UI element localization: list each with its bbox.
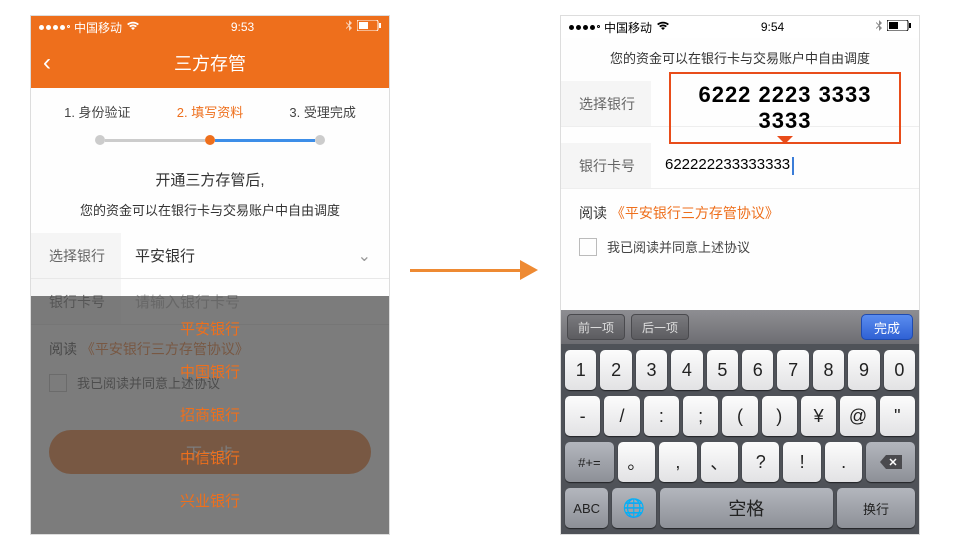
step-1: 1. 身份验证 bbox=[64, 102, 130, 121]
bluetooth-icon bbox=[345, 20, 353, 35]
key-0[interactable]: 0 bbox=[884, 350, 915, 390]
dropdown-option[interactable]: 中国银行 bbox=[180, 361, 240, 382]
dropdown-option[interactable]: 平安银行 bbox=[180, 318, 240, 339]
key-1[interactable]: 1 bbox=[565, 350, 596, 390]
card-input[interactable]: 622222233333333 bbox=[651, 156, 919, 174]
agree-checkbox[interactable] bbox=[579, 238, 597, 256]
key-9[interactable]: 9 bbox=[848, 350, 879, 390]
bank-label: 选择银行 bbox=[31, 233, 121, 278]
read-prefix: 阅读 bbox=[579, 205, 607, 221]
card-number-tooltip: 6222 2223 3333 3333 bbox=[669, 72, 901, 144]
key-7[interactable]: 7 bbox=[777, 350, 808, 390]
bank-label: 选择银行 bbox=[561, 81, 651, 126]
wifi-icon bbox=[126, 20, 140, 34]
key-enum[interactable]: 、 bbox=[701, 442, 738, 482]
dropdown-option[interactable]: 兴业银行 bbox=[180, 490, 240, 511]
step-2: 2. 填写资料 bbox=[177, 102, 243, 121]
step-3: 3. 受理完成 bbox=[289, 102, 355, 121]
key-symbols[interactable]: #+= bbox=[565, 442, 614, 482]
key-exclaim[interactable]: ! bbox=[783, 442, 820, 482]
kb-prev-button[interactable]: 前一项 bbox=[567, 314, 625, 340]
key-8[interactable]: 8 bbox=[813, 350, 844, 390]
signal-dots-icon bbox=[39, 25, 70, 30]
key-rparen[interactable]: ) bbox=[762, 396, 797, 436]
key-5[interactable]: 5 bbox=[707, 350, 738, 390]
info-text-2: 您的资金可以在银行卡与交易账户中自由调度 bbox=[31, 196, 389, 233]
clock-label: 9:54 bbox=[761, 20, 784, 34]
phone-screen-right: 中国移动 9:54 您的资金可以在银行卡与交易账户中自由调度 选择银行 6222… bbox=[560, 15, 920, 535]
bank-select-row[interactable]: 选择银行 平安银行 ⌄ bbox=[31, 233, 389, 279]
bank-row: 选择银行 6222 2223 3333 3333 bbox=[561, 81, 919, 127]
key-dash[interactable]: - bbox=[565, 396, 600, 436]
key-space[interactable]: 空格 bbox=[660, 488, 833, 528]
card-label: 银行卡号 bbox=[561, 143, 651, 188]
key-2[interactable]: 2 bbox=[600, 350, 631, 390]
keyboard: 1 2 3 4 5 6 7 8 9 0 - / : ; ( ) ¥ @ " bbox=[561, 344, 919, 534]
progress-bar bbox=[31, 129, 389, 163]
key-comma[interactable]: , bbox=[659, 442, 696, 482]
page-title: 三方存管 bbox=[174, 50, 246, 76]
flow-arrow-icon bbox=[410, 260, 538, 280]
key-yen[interactable]: ¥ bbox=[801, 396, 836, 436]
text-cursor bbox=[792, 157, 794, 175]
key-backspace[interactable] bbox=[866, 442, 915, 482]
key-4[interactable]: 4 bbox=[671, 350, 702, 390]
key-lparen[interactable]: ( bbox=[722, 396, 757, 436]
kb-next-button[interactable]: 后一项 bbox=[631, 314, 689, 340]
key-at[interactable]: @ bbox=[840, 396, 875, 436]
key-slash[interactable]: / bbox=[604, 396, 639, 436]
agreement-link[interactable]: 《平安银行三方存管协议》 bbox=[611, 205, 779, 221]
key-question[interactable]: ? bbox=[742, 442, 779, 482]
clock-label: 9:53 bbox=[231, 20, 254, 34]
battery-icon bbox=[887, 20, 911, 34]
dropdown-option[interactable]: 中信银行 bbox=[180, 447, 240, 468]
step-indicator: 1. 身份验证 2. 填写资料 3. 受理完成 bbox=[31, 88, 389, 129]
key-globe[interactable]: 🌐 bbox=[612, 488, 655, 528]
key-semicolon[interactable]: ; bbox=[683, 396, 718, 436]
info-text-1: 开通三方存管后, bbox=[31, 163, 389, 196]
bank-value: 平安银行 bbox=[121, 245, 358, 266]
carrier-label: 中国移动 bbox=[74, 19, 122, 36]
battery-icon bbox=[357, 20, 381, 34]
carrier-label: 中国移动 bbox=[604, 19, 652, 36]
key-return[interactable]: 换行 bbox=[837, 488, 915, 528]
key-period-cn[interactable]: 。 bbox=[618, 442, 655, 482]
key-quote[interactable]: " bbox=[880, 396, 915, 436]
card-input-row[interactable]: 银行卡号 622222233333333 bbox=[561, 143, 919, 189]
key-abc[interactable]: ABC bbox=[565, 488, 608, 528]
agreement-line: 阅读 《平安银行三方存管协议》 bbox=[561, 189, 919, 237]
card-input-value: 622222233333333 bbox=[665, 156, 790, 173]
key-colon[interactable]: : bbox=[644, 396, 679, 436]
key-period[interactable]: . bbox=[825, 442, 862, 482]
keyboard-toolbar: 前一项 后一项 完成 bbox=[561, 310, 919, 344]
status-bar: 中国移动 9:53 bbox=[31, 16, 389, 38]
nav-header: ‹ 三方存管 bbox=[31, 38, 389, 88]
status-bar: 中国移动 9:54 bbox=[561, 16, 919, 38]
bank-dropdown-overlay[interactable]: 平安银行 中国银行 招商银行 中信银行 兴业银行 bbox=[31, 296, 389, 534]
wifi-icon bbox=[656, 20, 670, 34]
phone-screen-left: 中国移动 9:53 ‹ 三方存管 1. 身份验证 2. 填写资料 3. 受理完成… bbox=[30, 15, 390, 535]
key-3[interactable]: 3 bbox=[636, 350, 667, 390]
dropdown-option[interactable]: 招商银行 bbox=[180, 404, 240, 425]
kb-done-button[interactable]: 完成 bbox=[861, 314, 913, 340]
agree-text: 我已阅读并同意上述协议 bbox=[607, 237, 750, 256]
back-button[interactable]: ‹ bbox=[43, 49, 51, 77]
chevron-down-icon: ⌄ bbox=[358, 246, 389, 266]
agree-checkbox-row[interactable]: 我已阅读并同意上述协议 bbox=[561, 237, 919, 274]
key-6[interactable]: 6 bbox=[742, 350, 773, 390]
signal-dots-icon bbox=[569, 25, 600, 30]
bluetooth-icon bbox=[875, 20, 883, 35]
